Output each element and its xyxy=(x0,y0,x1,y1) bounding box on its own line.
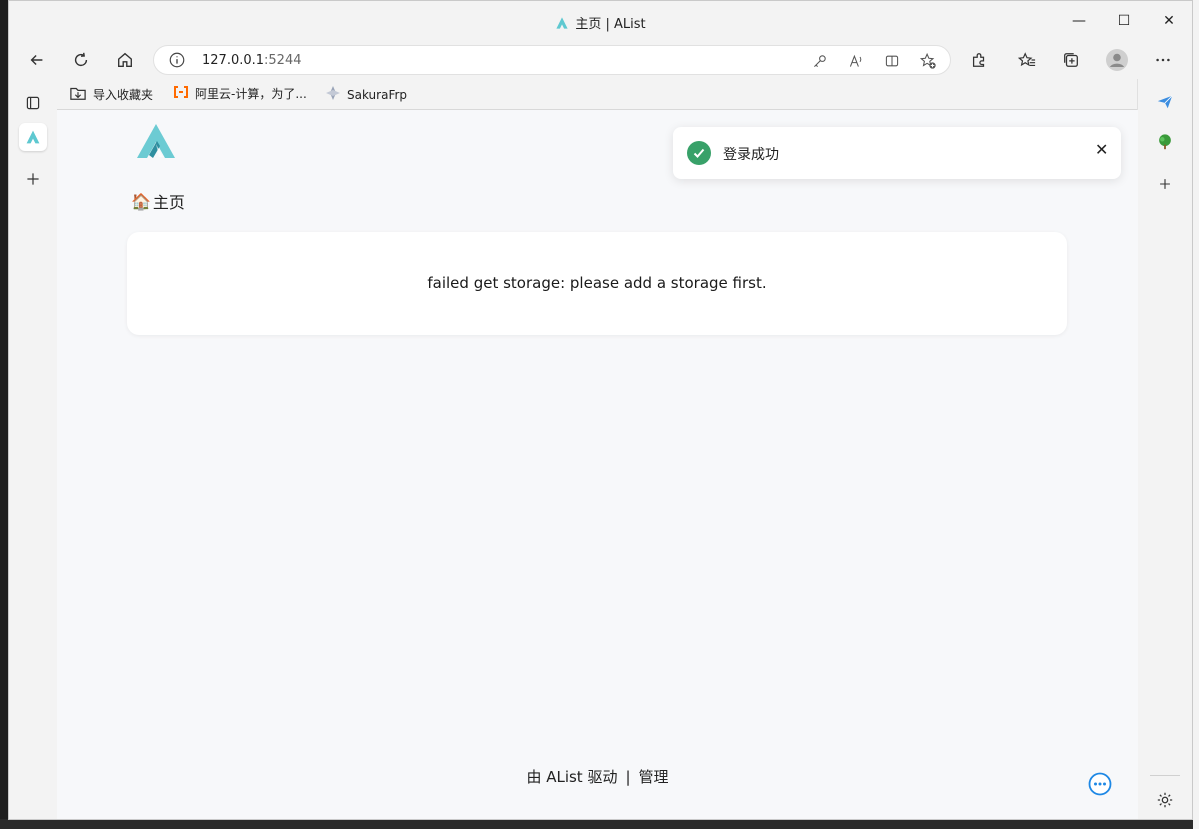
url-text: 127.0.0.1:5244 xyxy=(202,53,302,68)
browser-window: 主页 | AList — ☐ ✕ 127.0.0.1:5244 导入收藏夹 阿里… xyxy=(8,0,1193,820)
maximize-button[interactable]: ☐ xyxy=(1109,9,1139,33)
back-icon[interactable] xyxy=(25,48,49,72)
refresh-icon[interactable] xyxy=(69,48,93,72)
favorite-import[interactable]: 导入收藏夹 xyxy=(69,85,153,104)
extensions-icon[interactable] xyxy=(967,48,991,72)
url-host: 127.0.0.1 xyxy=(202,53,265,68)
background-bottom xyxy=(0,819,1199,829)
send-icon[interactable] xyxy=(1152,89,1178,115)
more-options-icon[interactable] xyxy=(1151,48,1175,72)
toast-message: 登录成功 xyxy=(723,147,779,163)
site-info-icon[interactable] xyxy=(168,51,186,73)
minimize-button[interactable]: — xyxy=(1064,9,1094,33)
sakurafrp-icon xyxy=(325,85,341,104)
favorite-import-label: 导入收藏夹 xyxy=(93,88,154,102)
more-actions-icon[interactable] xyxy=(1088,772,1112,796)
check-circle-icon xyxy=(687,141,711,165)
aliyun-icon xyxy=(173,85,189,102)
read-aloud-icon[interactable] xyxy=(846,51,866,71)
add-sidebar-icon[interactable] xyxy=(1152,171,1178,197)
toast-close-button[interactable]: ✕ xyxy=(1095,140,1108,159)
alist-tab-icon xyxy=(555,16,569,34)
settings-gear-icon[interactable] xyxy=(1152,787,1178,813)
favorite-aliyun[interactable]: 阿里云-计算，为了... xyxy=(173,85,307,102)
url-port: :5244 xyxy=(264,53,302,68)
breadcrumb-home[interactable]: 主页 xyxy=(153,189,185,213)
favorite-aliyun-label: 阿里云-计算，为了... xyxy=(195,87,307,101)
tab-actions-icon[interactable] xyxy=(19,89,47,117)
import-favorites-icon xyxy=(69,85,87,104)
favorites-bar: 导入收藏夹 阿里云-计算，为了... SakuraFrp xyxy=(57,79,1137,110)
left-sidebar xyxy=(9,79,57,819)
home-icon[interactable] xyxy=(113,48,137,72)
breadcrumb[interactable]: 🏠 主页 xyxy=(131,189,185,213)
address-bar[interactable]: 127.0.0.1:5244 xyxy=(153,45,951,75)
favorite-sakurafrp-label: SakuraFrp xyxy=(347,87,408,102)
footer-powered-by[interactable]: 由 AList 驱动 xyxy=(526,768,617,786)
title-bar: 主页 | AList — ☐ ✕ xyxy=(9,1,1192,41)
window-title: 主页 | AList xyxy=(9,13,1192,34)
error-message: failed get storage: please add a storage… xyxy=(427,274,767,292)
sidebar-separator xyxy=(1150,775,1180,776)
collections-icon[interactable] xyxy=(1059,48,1083,72)
new-tab-icon[interactable] xyxy=(19,165,47,193)
key-icon[interactable] xyxy=(810,51,830,71)
tree-icon[interactable] xyxy=(1152,129,1178,155)
background-right xyxy=(1193,0,1199,829)
footer-separator: | xyxy=(625,768,631,786)
background-strip xyxy=(0,0,8,829)
page-content: 🏠 主页 failed get storage: please add a st… xyxy=(57,110,1138,819)
login-success-toast: 登录成功 ✕ xyxy=(673,127,1121,179)
alist-tab-vertical[interactable] xyxy=(19,123,47,151)
profile-avatar-icon[interactable] xyxy=(1105,48,1129,72)
favorites-icon[interactable] xyxy=(1015,48,1039,72)
page-footer: 由 AList 驱动 | 管理 xyxy=(57,766,1138,787)
footer-manage-link[interactable]: 管理 xyxy=(639,768,669,786)
home-emoji-icon: 🏠 xyxy=(131,191,151,211)
window-title-text: 主页 | AList xyxy=(575,17,646,32)
message-card: failed get storage: please add a storage… xyxy=(127,232,1067,335)
favorite-sakurafrp[interactable]: SakuraFrp xyxy=(325,85,407,104)
add-favorite-icon[interactable] xyxy=(918,51,938,71)
browser-toolbar: 127.0.0.1:5244 xyxy=(9,41,1192,79)
close-button[interactable]: ✕ xyxy=(1154,9,1184,33)
right-sidebar xyxy=(1137,79,1192,819)
split-screen-icon[interactable] xyxy=(882,51,902,71)
alist-logo[interactable] xyxy=(135,122,177,164)
